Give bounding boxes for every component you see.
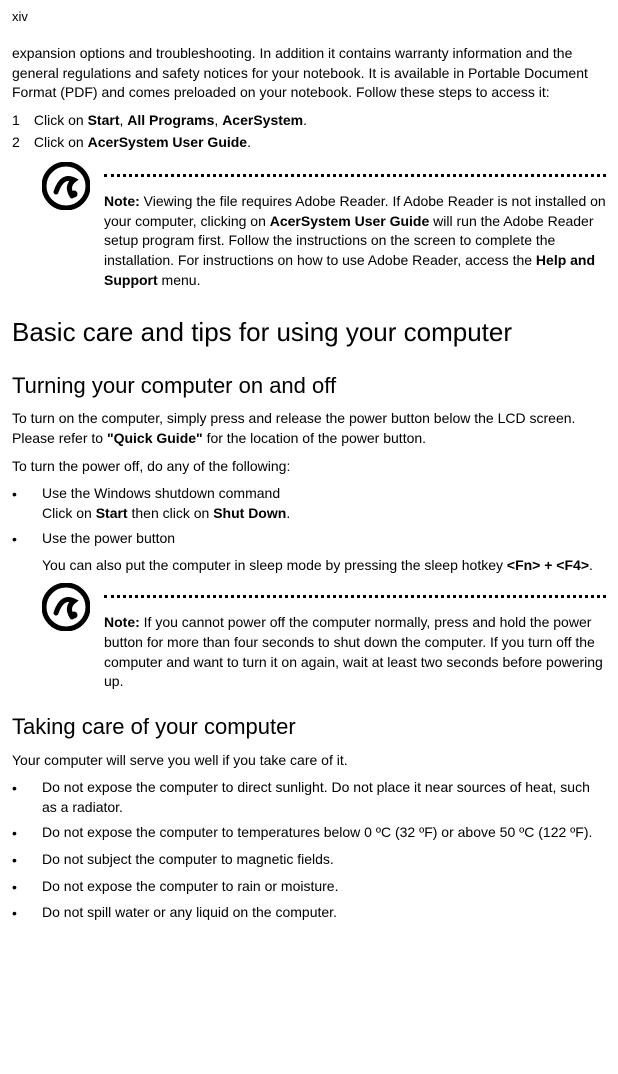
text: Click on: [42, 505, 96, 521]
list-item: • Do not expose the computer to rain or …: [12, 877, 606, 898]
list-item: • Do not subject the computer to magneti…: [12, 850, 606, 871]
line1: Use the power button: [42, 529, 606, 549]
dashed-divider: [104, 595, 606, 599]
note-content: Note: Viewing the file requires Adobe Re…: [104, 162, 606, 290]
note-label: Note:: [104, 614, 140, 630]
note-block-2: Note: If you cannot power off the comput…: [42, 583, 606, 691]
turn-on-paragraph: To turn on the computer, simply press an…: [12, 409, 606, 448]
bullet-content: Use the Windows shutdown command Click o…: [42, 484, 606, 523]
text: .: [589, 557, 593, 573]
note-icon: [42, 162, 90, 210]
note-icon: [42, 583, 90, 631]
line2: Click on Start then click on Shut Down.: [42, 504, 606, 524]
power-off-list: • Use the Windows shutdown command Click…: [12, 484, 606, 550]
care-intro: Your computer will serve you well if you…: [12, 751, 606, 771]
step-text: Click on: [34, 112, 88, 128]
heading-basic-care: Basic care and tips for using your compu…: [12, 314, 606, 350]
suffix: .: [303, 112, 307, 128]
intro-paragraph: expansion options and troubleshooting. I…: [12, 44, 606, 103]
all-programs-label: All Programs: [127, 112, 214, 128]
suffix: .: [247, 134, 251, 150]
care-text: Do not expose the computer to temperatur…: [42, 823, 606, 843]
heading-turning-on-off: Turning your computer on and off: [12, 371, 606, 402]
quick-guide-bold: "Quick Guide": [107, 430, 203, 446]
step-text: Click on: [34, 134, 88, 150]
start-bold: Start: [96, 505, 128, 521]
dashed-divider: [104, 174, 606, 178]
hotkey-bold: <Fn> + <F4>: [507, 557, 589, 573]
note-text: menu.: [158, 272, 201, 288]
user-guide-label: AcerSystem User Guide: [88, 134, 248, 150]
step-2: 2 Click on AcerSystem User Guide.: [12, 133, 606, 153]
start-label: Start: [88, 112, 120, 128]
step-number: 1: [12, 111, 30, 131]
bullet-icon: •: [12, 850, 42, 871]
care-text: Do not subject the computer to magnetic …: [42, 850, 606, 870]
care-list: • Do not expose the computer to direct s…: [12, 778, 606, 924]
care-text: Do not expose the computer to rain or mo…: [42, 877, 606, 897]
acersystem-label: AcerSystem: [222, 112, 303, 128]
list-item: • Use the power button: [12, 529, 606, 550]
user-guide-bold: AcerSystem User Guide: [270, 213, 430, 229]
list-item: • Do not expose the computer to temperat…: [12, 823, 606, 844]
note-label: Note:: [104, 193, 140, 209]
text: for the location of the power button.: [203, 430, 426, 446]
list-item: • Do not spill water or any liquid on th…: [12, 903, 606, 924]
bullet-icon: •: [12, 903, 42, 924]
bullet-icon: •: [12, 529, 42, 550]
text: then click on: [128, 505, 214, 521]
step-1: 1 Click on Start, All Programs, AcerSyst…: [12, 111, 606, 131]
line1: Use the Windows shutdown command: [42, 484, 606, 504]
sleep-mode-text: You can also put the computer in sleep m…: [42, 556, 606, 576]
bullet-icon: •: [12, 877, 42, 898]
step-number: 2: [12, 133, 30, 153]
note-text: If you cannot power off the computer nor…: [104, 614, 603, 689]
bullet-content: Use the power button: [42, 529, 606, 549]
note-block-1: Note: Viewing the file requires Adobe Re…: [42, 162, 606, 290]
text: .: [286, 505, 290, 521]
bullet-icon: •: [12, 823, 42, 844]
care-text: Do not spill water or any liquid on the …: [42, 903, 606, 923]
turn-off-intro: To turn the power off, do any of the fol…: [12, 457, 606, 477]
care-text: Do not expose the computer to direct sun…: [42, 778, 606, 817]
heading-taking-care: Taking care of your computer: [12, 712, 606, 743]
page-number: xiv: [12, 8, 606, 26]
bullet-icon: •: [12, 484, 42, 505]
text: You can also put the computer in sleep m…: [42, 557, 507, 573]
access-steps-list: 1 Click on Start, All Programs, AcerSyst…: [12, 111, 606, 152]
note-content: Note: If you cannot power off the comput…: [104, 583, 606, 691]
shutdown-bold: Shut Down: [213, 505, 286, 521]
list-item: • Use the Windows shutdown command Click…: [12, 484, 606, 523]
list-item: • Do not expose the computer to direct s…: [12, 778, 606, 817]
bullet-icon: •: [12, 778, 42, 799]
